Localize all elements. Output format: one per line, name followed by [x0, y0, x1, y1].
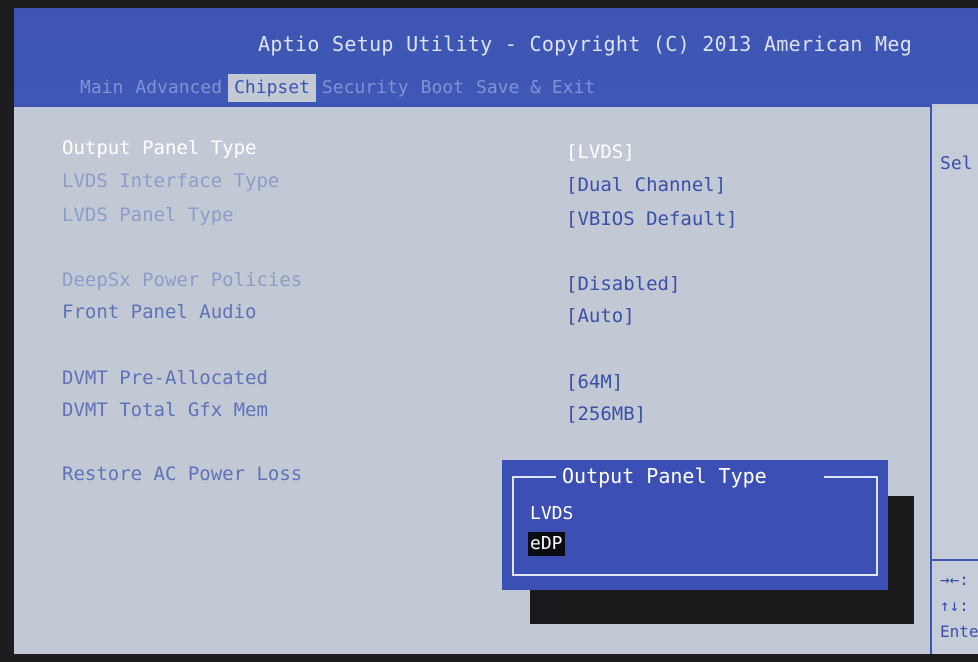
value-lvds-interface-type[interactable]: [Dual Channel]: [566, 174, 726, 196]
tab-bar: Main Advanced Chipset Security Boot Save & Ex…: [74, 74, 601, 104]
setting-dvmt-total-gfx-mem[interactable]: DVMT Total Gfx Mem: [62, 399, 268, 421]
help-separator: [932, 559, 978, 561]
key-legend: →←: ↑↓: Ente: [940, 567, 978, 645]
setting-dvmt-pre-allocated[interactable]: DVMT Pre-Allocated: [62, 367, 268, 389]
bios-title: Aptio Setup Utility - Copyright (C) 2013…: [258, 32, 913, 56]
tab-boot[interactable]: Boot: [415, 74, 470, 102]
key-enter: Ente: [940, 622, 978, 641]
value-output-panel-type[interactable]: [LVDS]: [566, 141, 635, 163]
bios-header: Aptio Setup Utility - Copyright (C) 2013…: [14, 8, 978, 104]
setting-output-panel-type[interactable]: Output Panel Type: [62, 137, 256, 159]
popup-frame-top-right: [824, 476, 878, 478]
popup-option-lvds[interactable]: LVDS: [528, 502, 575, 526]
output-panel-type-popup: Output Panel Type LVDS eDP: [502, 460, 888, 590]
help-panel: Sel →←: ↑↓: Ente: [932, 107, 978, 654]
setting-restore-ac-power-loss[interactable]: Restore AC Power Loss: [62, 463, 302, 485]
value-dvmt-pre-allocated[interactable]: [64M]: [566, 371, 623, 393]
tab-main[interactable]: Main: [74, 74, 129, 102]
popup-frame-top-left: [512, 476, 556, 478]
setting-deepsx-power-policies: DeepSx Power Policies: [62, 269, 303, 291]
popup-title: Output Panel Type: [562, 464, 767, 488]
popup-option-edp[interactable]: eDP: [528, 532, 565, 556]
tab-security[interactable]: Security: [316, 74, 415, 102]
setting-front-panel-audio[interactable]: Front Panel Audio: [62, 301, 256, 323]
key-select-item: ↑↓:: [940, 596, 969, 615]
value-dvmt-total-gfx-mem[interactable]: [256MB]: [566, 403, 646, 425]
help-text: Sel: [940, 153, 973, 174]
popup-frame: [512, 476, 878, 576]
bios-screen: Aptio Setup Utility - Copyright (C) 2013…: [14, 8, 978, 654]
tab-advanced[interactable]: Advanced: [129, 74, 228, 102]
value-lvds-panel-type[interactable]: [VBIOS Default]: [566, 208, 738, 230]
key-select-screen: →←:: [940, 570, 969, 589]
tab-chipset[interactable]: Chipset: [228, 74, 316, 102]
tab-save-exit[interactable]: Save & Exit: [470, 74, 601, 102]
setting-lvds-interface-type: LVDS Interface Type: [62, 170, 280, 192]
value-deepsx-power-policies[interactable]: [Disabled]: [566, 273, 680, 295]
setting-lvds-panel-type: LVDS Panel Type: [62, 204, 234, 226]
value-front-panel-audio[interactable]: [Auto]: [566, 305, 635, 327]
